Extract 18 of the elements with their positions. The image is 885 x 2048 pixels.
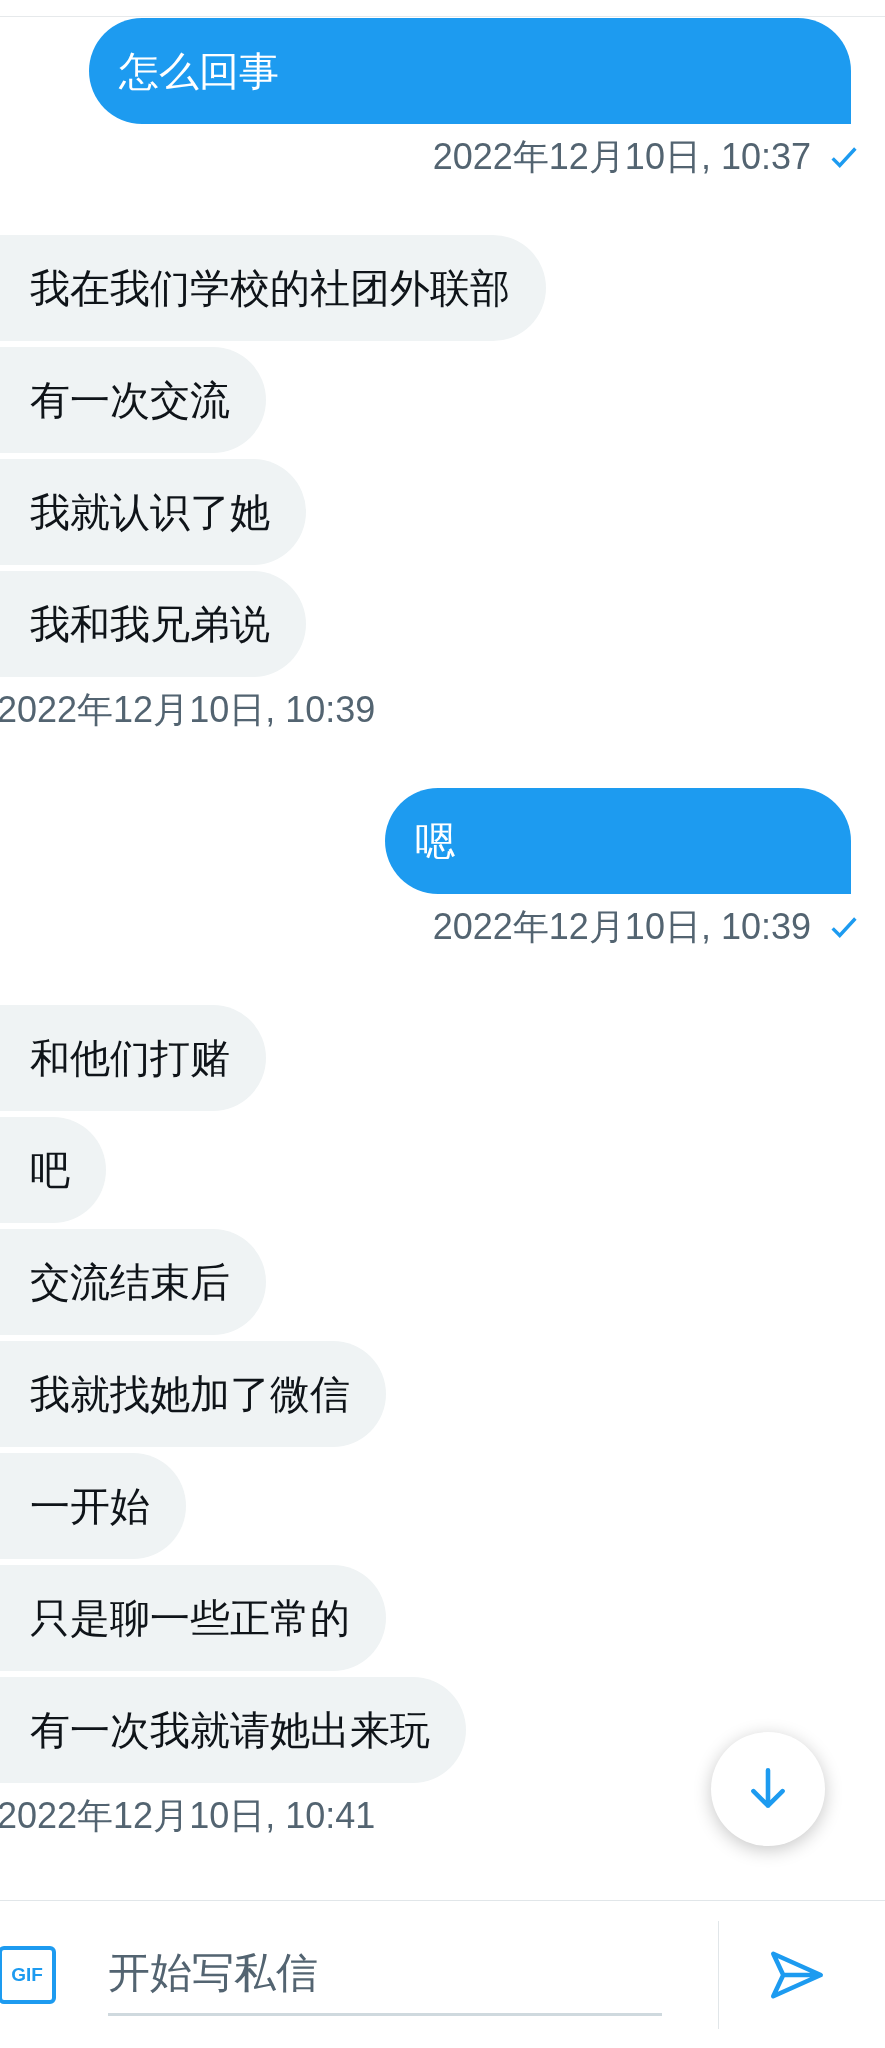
message-bubble: 有一次我就请她出来玩: [0, 1677, 466, 1783]
message-bubble: 交流结束后: [0, 1229, 266, 1335]
message-input-field[interactable]: 开始写私信: [108, 1933, 662, 2016]
message-bubble: 怎么回事: [89, 18, 851, 124]
message-bubble: 我就认识了她: [0, 459, 306, 565]
message-bubble: 只是聊一些正常的: [0, 1565, 386, 1671]
message-bubble: 和他们打赌: [0, 1005, 266, 1111]
scroll-down-button[interactable]: [711, 1732, 825, 1846]
gif-button[interactable]: GIF: [0, 1945, 56, 2004]
message-bubble: 有一次交流: [0, 347, 266, 453]
timestamp: 2022年12月10日, 10:39: [432, 905, 811, 949]
message-bubble: 我和我兄弟说: [0, 571, 306, 677]
message-bubble: 我在我们学校的社团外联部: [0, 235, 546, 341]
message-bubble: 一开始: [0, 1453, 186, 1559]
message-bubble: 嗯: [385, 788, 851, 894]
message-bubble: 我就找她加了微信: [0, 1341, 386, 1447]
message-bubble: 吧: [0, 1117, 106, 1223]
timestamp: 2022年12月10日, 10:37: [432, 135, 811, 179]
